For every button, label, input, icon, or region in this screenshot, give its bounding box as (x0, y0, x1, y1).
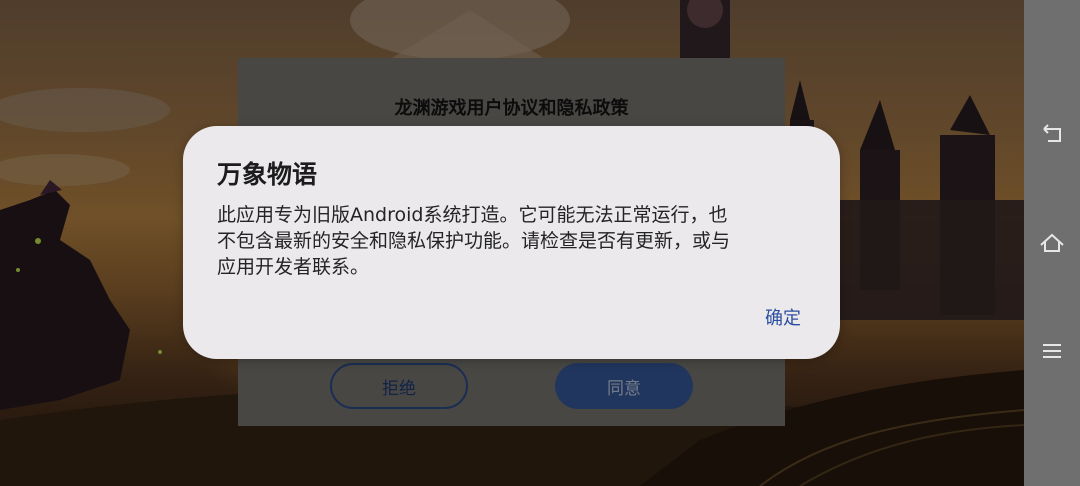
compatibility-alert-dialog: 万象物语 此应用专为旧版Android系统打造。它可能无法正常运行，也 不包含最… (183, 126, 840, 359)
navigation-bar (1024, 0, 1080, 486)
menu-button[interactable] (1024, 323, 1080, 379)
screen: 龙渊游戏用户协议和隐私政策 拒绝 同意 万象物语 此应用专为旧版Android系… (0, 0, 1080, 486)
home-button[interactable] (1024, 215, 1080, 271)
menu-icon (1043, 344, 1061, 358)
home-icon (1040, 233, 1064, 252)
back-icon (1043, 124, 1061, 142)
ok-button[interactable]: 确定 (751, 304, 815, 334)
alert-title: 万象物语 (217, 160, 318, 189)
alert-message: 此应用专为旧版Android系统打造。它可能无法正常运行，也 不包含最新的安全和… (217, 204, 731, 278)
back-button[interactable] (1024, 107, 1080, 163)
